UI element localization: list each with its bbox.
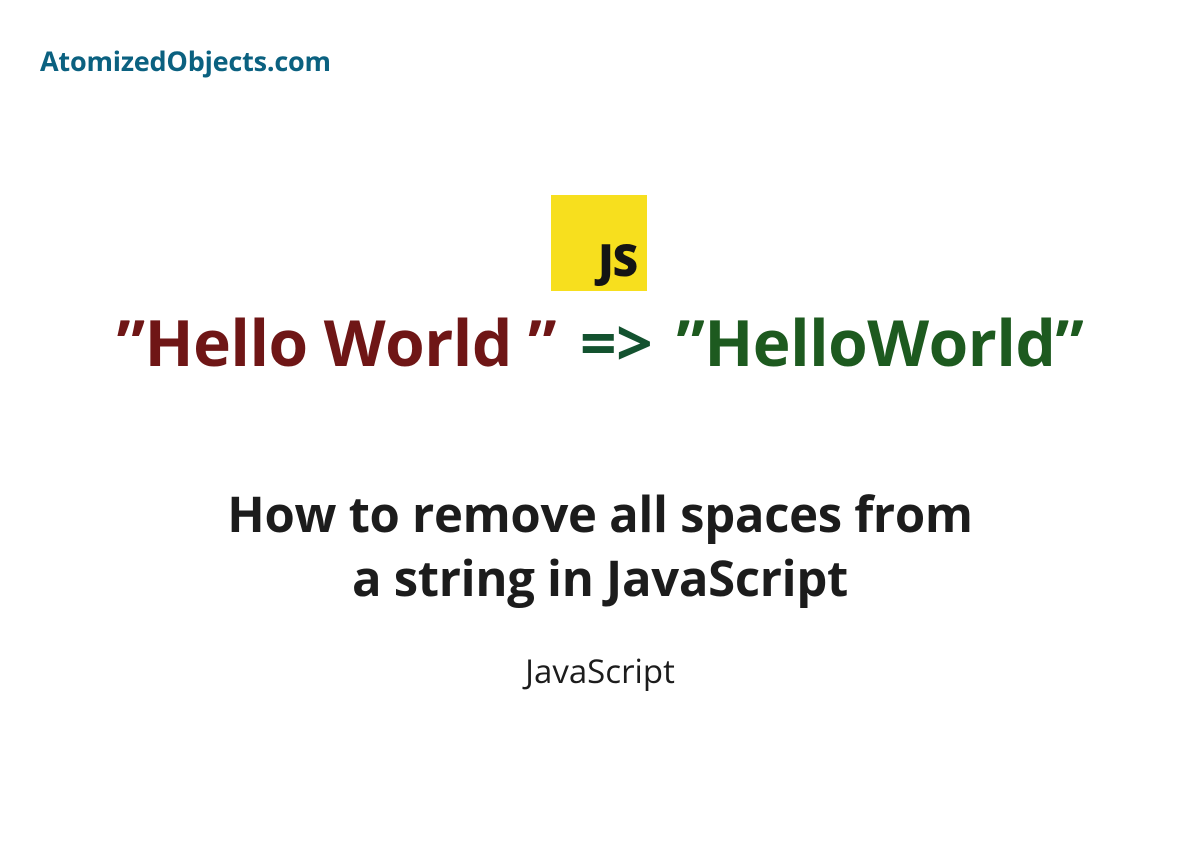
arrow-icon: => (580, 298, 652, 385)
code-example: ”Hello World ” => ”HelloWorld” (0, 298, 1200, 385)
example-output-string: ”HelloWorld” (676, 298, 1083, 385)
js-logo-icon: JS (551, 195, 647, 291)
site-brand: AtomizedObjects.com (40, 42, 331, 79)
article-category: JavaScript (0, 648, 1200, 693)
example-input-string: ”Hello World ” (117, 298, 556, 385)
headline-line-2: a string in JavaScript (352, 545, 848, 611)
article-title: How to remove all spaces from a string i… (0, 483, 1200, 610)
headline-line-1: How to remove all spaces from (227, 481, 972, 547)
